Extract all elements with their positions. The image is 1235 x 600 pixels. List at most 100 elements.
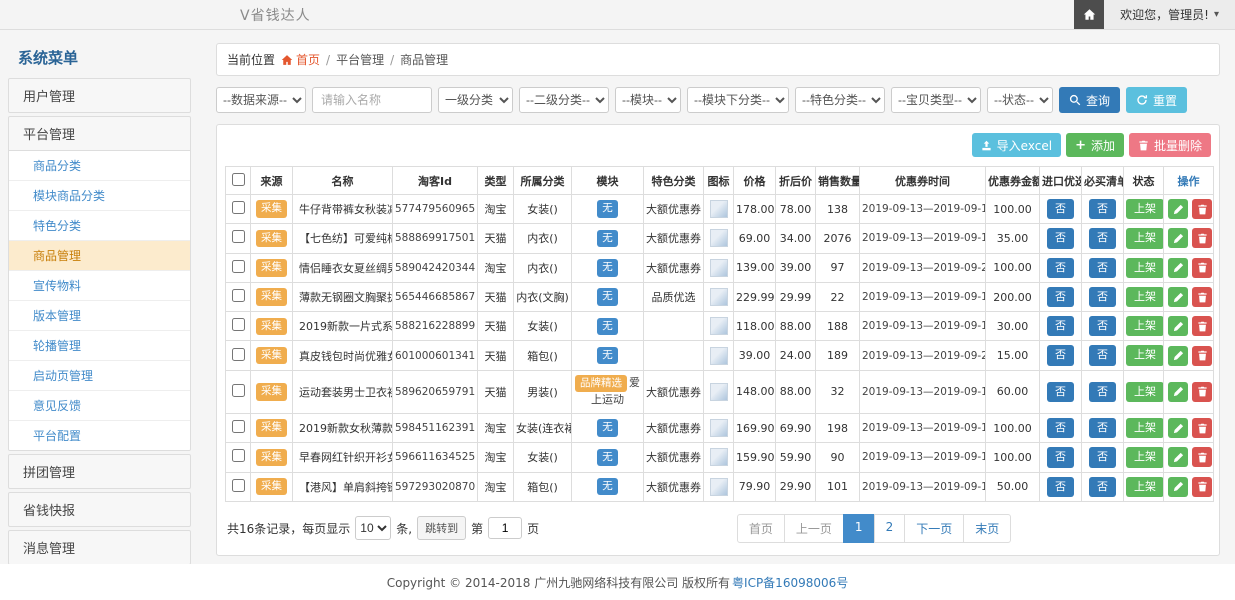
breadcrumb-home[interactable]: 首页 <box>281 51 320 68</box>
name-input[interactable] <box>312 87 432 113</box>
module-select[interactable]: --模块-- <box>615 87 681 113</box>
sidebar-item-module-goods-category[interactable]: 模块商品分类 <box>9 181 190 211</box>
status-button[interactable]: 上架 <box>1126 199 1164 219</box>
row-checkbox[interactable] <box>232 384 245 397</box>
edit-button[interactable] <box>1168 418 1188 438</box>
sidebar-item-goods-category[interactable]: 商品分类 <box>9 151 190 181</box>
edit-button[interactable] <box>1168 287 1188 307</box>
import-select-toggle[interactable]: 否 <box>1047 258 1074 278</box>
must-buy-toggle[interactable]: 否 <box>1089 447 1116 467</box>
edit-button[interactable] <box>1168 346 1188 366</box>
row-checkbox[interactable] <box>232 318 245 331</box>
status-button[interactable]: 上架 <box>1126 258 1164 278</box>
status-button[interactable]: 上架 <box>1126 316 1164 336</box>
batch-delete-button[interactable]: 批量删除 <box>1129 133 1211 157</box>
sidebar-item-feature-category[interactable]: 特色分类 <box>9 211 190 241</box>
delete-button[interactable] <box>1192 199 1212 219</box>
edit-button[interactable] <box>1168 316 1188 336</box>
delete-button[interactable] <box>1192 346 1212 366</box>
jump-page-input[interactable] <box>488 517 522 539</box>
page-2[interactable]: 2 <box>874 514 906 543</box>
delete-button[interactable] <box>1192 418 1212 438</box>
sidebar-item-feedback[interactable]: 意见反馈 <box>9 391 190 421</box>
must-buy-toggle[interactable]: 否 <box>1089 477 1116 497</box>
status-button[interactable]: 上架 <box>1126 447 1164 467</box>
status-button[interactable]: 上架 <box>1126 418 1164 438</box>
must-buy-toggle[interactable]: 否 <box>1089 418 1116 438</box>
row-checkbox[interactable] <box>232 230 245 243</box>
import-select-toggle[interactable]: 否 <box>1047 287 1074 307</box>
import-excel-button[interactable]: 导入excel <box>972 133 1061 157</box>
must-buy-toggle[interactable]: 否 <box>1089 258 1116 278</box>
sidebar-item-group-buy[interactable]: 拼团管理 <box>9 455 190 488</box>
icp-link[interactable]: 粤ICP备16098006号 <box>732 574 848 591</box>
delete-button[interactable] <box>1192 228 1212 248</box>
item-type-select[interactable]: --宝贝类型-- <box>891 87 981 113</box>
search-button[interactable]: 查询 <box>1059 87 1120 113</box>
sidebar-item-saving-news[interactable]: 省钱快报 <box>9 493 190 526</box>
select-all-checkbox[interactable] <box>232 173 245 186</box>
must-buy-toggle[interactable]: 否 <box>1089 199 1116 219</box>
sidebar-item-splash-management[interactable]: 启动页管理 <box>9 361 190 391</box>
delete-button[interactable] <box>1192 287 1212 307</box>
must-buy-toggle[interactable]: 否 <box>1089 316 1116 336</box>
page-next[interactable]: 下一页 <box>904 514 964 543</box>
module-sub-category-select[interactable]: --模块下分类-- <box>687 87 789 113</box>
delete-button[interactable] <box>1192 477 1212 497</box>
home-button[interactable] <box>1074 0 1104 29</box>
must-buy-toggle[interactable]: 否 <box>1089 345 1116 365</box>
edit-button[interactable] <box>1168 447 1188 467</box>
status-button[interactable]: 上架 <box>1126 228 1164 248</box>
status-select[interactable]: --状态-- <box>987 87 1053 113</box>
page-last[interactable]: 末页 <box>963 514 1011 543</box>
must-buy-toggle[interactable]: 否 <box>1089 382 1116 402</box>
status-button[interactable]: 上架 <box>1126 382 1164 402</box>
user-menu[interactable]: 欢迎您，管理员! ▾ <box>1104 0 1235 29</box>
must-buy-toggle[interactable]: 否 <box>1089 287 1116 307</box>
sidebar-item-messages[interactable]: 消息管理 <box>9 531 190 564</box>
import-select-toggle[interactable]: 否 <box>1047 345 1074 365</box>
row-checkbox[interactable] <box>232 201 245 214</box>
sidebar-item-platform[interactable]: 平台管理 <box>9 117 190 150</box>
level2-category-select[interactable]: --二级分类-- <box>519 87 609 113</box>
edit-button[interactable] <box>1168 477 1188 497</box>
jump-button[interactable]: 跳转到 <box>417 516 466 540</box>
data-source-select[interactable]: --数据来源-- <box>216 87 306 113</box>
status-button[interactable]: 上架 <box>1126 477 1164 497</box>
sidebar-item-version-management[interactable]: 版本管理 <box>9 301 190 331</box>
row-checkbox[interactable] <box>232 479 245 492</box>
row-checkbox[interactable] <box>232 449 245 462</box>
feature-category-select[interactable]: --特色分类-- <box>795 87 885 113</box>
edit-button[interactable] <box>1168 258 1188 278</box>
sidebar-item-goods-management[interactable]: 商品管理 <box>9 241 190 271</box>
status-button[interactable]: 上架 <box>1126 345 1164 365</box>
row-checkbox[interactable] <box>232 348 245 361</box>
reset-button[interactable]: 重置 <box>1126 87 1187 113</box>
must-buy-toggle[interactable]: 否 <box>1089 228 1116 248</box>
import-select-toggle[interactable]: 否 <box>1047 447 1074 467</box>
page-1[interactable]: 1 <box>843 514 875 543</box>
delete-button[interactable] <box>1192 447 1212 467</box>
level1-category-select[interactable]: 一级分类 <box>438 87 513 113</box>
import-select-toggle[interactable]: 否 <box>1047 228 1074 248</box>
status-button[interactable]: 上架 <box>1126 287 1164 307</box>
import-select-toggle[interactable]: 否 <box>1047 316 1074 336</box>
delete-button[interactable] <box>1192 258 1212 278</box>
import-select-toggle[interactable]: 否 <box>1047 477 1074 497</box>
sidebar-item-carousel-management[interactable]: 轮播管理 <box>9 331 190 361</box>
breadcrumb-platform[interactable]: 平台管理 <box>336 51 384 68</box>
import-select-toggle[interactable]: 否 <box>1047 382 1074 402</box>
delete-button[interactable] <box>1192 382 1212 402</box>
delete-button[interactable] <box>1192 316 1212 336</box>
import-select-toggle[interactable]: 否 <box>1047 418 1074 438</box>
edit-button[interactable] <box>1168 382 1188 402</box>
edit-button[interactable] <box>1168 228 1188 248</box>
row-checkbox[interactable] <box>232 260 245 273</box>
sidebar-item-platform-config[interactable]: 平台配置 <box>9 421 190 450</box>
edit-button[interactable] <box>1168 199 1188 219</box>
sidebar-item-users[interactable]: 用户管理 <box>9 79 190 112</box>
per-page-select[interactable]: 10 <box>355 516 391 540</box>
sidebar-item-promo-materials[interactable]: 宣传物料 <box>9 271 190 301</box>
import-select-toggle[interactable]: 否 <box>1047 199 1074 219</box>
row-checkbox[interactable] <box>232 289 245 302</box>
